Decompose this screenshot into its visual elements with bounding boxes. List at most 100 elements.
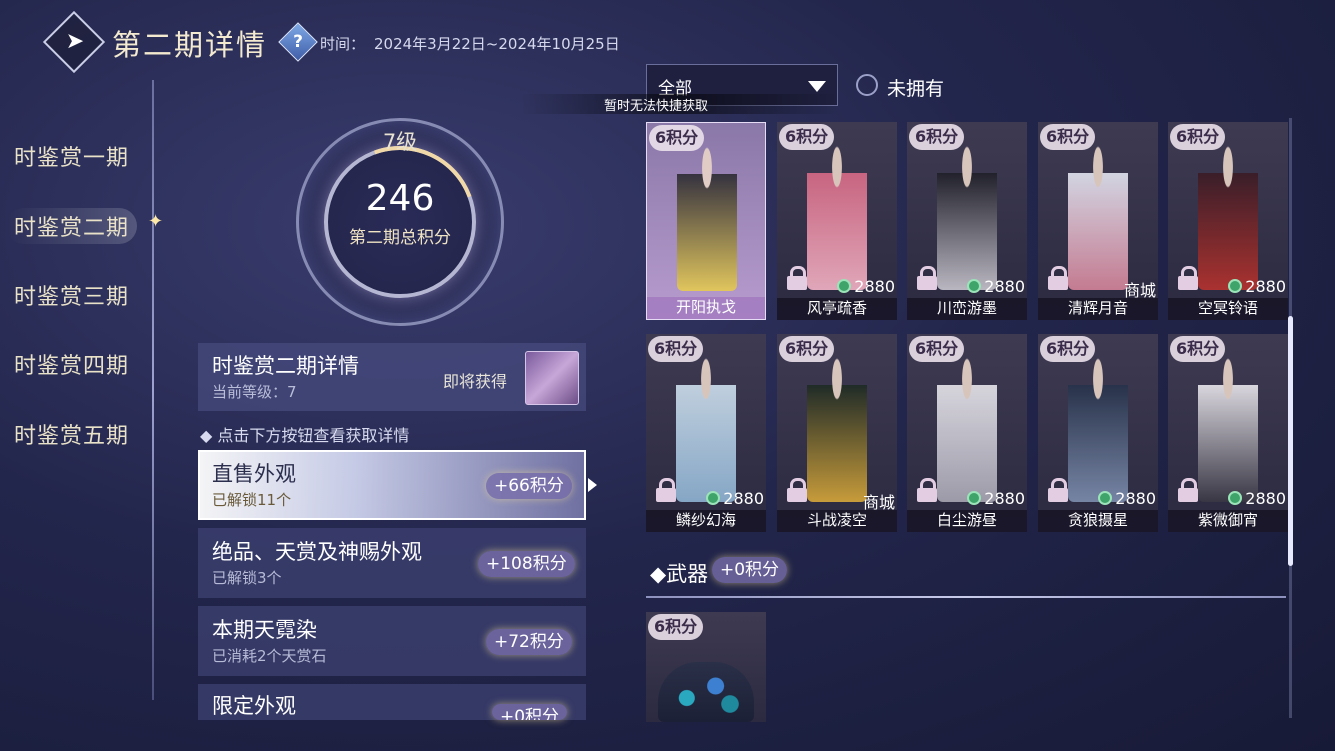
nav-item-period-5[interactable]: 时鉴赏五期: [14, 418, 129, 450]
time-value: 2024年3月22日~2024年10月25日: [374, 35, 620, 53]
outfit-card[interactable]: 6积分 2880 紫微御宵: [1168, 334, 1288, 532]
lock-icon: [787, 478, 807, 502]
weapon-section-title: ◆武器: [650, 562, 709, 586]
outfit-card[interactable]: 6积分 2880 贪狼摄星: [1038, 334, 1158, 532]
jade-coin-icon: [967, 279, 982, 293]
lock-icon: [917, 478, 937, 502]
level-label: 7级: [382, 130, 418, 154]
points-badge: 6积分: [909, 336, 965, 362]
price-label: 2880: [1098, 489, 1156, 508]
outfit-card[interactable]: 6积分 开阳执戈: [646, 122, 766, 320]
lock-icon: [1178, 266, 1198, 290]
outfit-card[interactable]: 6积分 商城 清辉月音: [1038, 122, 1158, 320]
not-owned-radio[interactable]: [856, 74, 878, 96]
outfit-figure: [807, 352, 867, 502]
points-badge: 6积分: [648, 336, 704, 362]
page-title: 第二期详情: [112, 28, 268, 62]
price-label: 2880: [706, 489, 764, 508]
category-title: 本期天霓染: [212, 618, 317, 642]
outfit-name: 紫微御宵: [1197, 511, 1258, 529]
lock-icon: [787, 266, 807, 290]
points-badge: 6积分: [909, 124, 965, 150]
outfit-name: 斗战凌空: [806, 511, 867, 529]
nav-item-period-4[interactable]: 时鉴赏四期: [14, 348, 129, 380]
lock-icon: [917, 266, 937, 290]
period-detail-title: 时鉴赏二期详情: [212, 354, 359, 378]
time-label: 时间：: [320, 35, 366, 53]
outfit-card[interactable]: 6积分 2880 川峦游墨: [907, 122, 1027, 320]
coming-soon-label: 即将获得: [443, 372, 508, 391]
lock-icon: [1048, 266, 1068, 290]
weapon-image: [658, 662, 754, 722]
outfit-name: 风亭疏香: [806, 299, 867, 317]
outfit-figure: [677, 141, 737, 291]
outfit-card[interactable]: 6积分 2880 空冥铃语: [1168, 122, 1288, 320]
outfit-name: 清辉月音: [1067, 299, 1128, 317]
notice-text: 暂时无法快捷获取: [604, 99, 709, 114]
outfit-name: 川峦游墨: [936, 299, 997, 317]
outfit-figure: [1068, 140, 1128, 290]
outfit-card[interactable]: 6积分 商城 斗战凌空: [777, 334, 897, 532]
category-points: +66积分: [486, 473, 572, 499]
lock-icon: [1048, 478, 1068, 502]
outfit-figure: [676, 352, 736, 502]
outfit-name: 贪狼摄星: [1067, 511, 1128, 529]
section-divider: [646, 596, 1286, 598]
outfit-figure: [807, 140, 867, 290]
jade-coin-icon: [967, 491, 982, 505]
points-badge: 6积分: [1170, 336, 1226, 362]
jade-coin-icon: [1228, 279, 1243, 293]
outfit-name: 白尘游昼: [936, 511, 997, 529]
category-sub: 已消耗2个天赏石: [212, 647, 327, 665]
lock-icon: [1178, 478, 1198, 502]
not-owned-label[interactable]: 未拥有: [887, 74, 944, 101]
category-points: +0积分: [492, 704, 568, 720]
jade-coin-icon: [706, 491, 721, 505]
total-score-label: 第二期总积分: [349, 228, 451, 248]
category-points: +72积分: [486, 629, 572, 655]
current-level-text: 当前等级：7: [212, 383, 297, 401]
nav-item-period-3[interactable]: 时鉴赏三期: [14, 279, 129, 311]
outfit-name: 空冥铃语: [1197, 299, 1258, 317]
outfit-figure: [1198, 352, 1258, 502]
active-pointer-icon: [588, 478, 597, 492]
scrollbar-thumb[interactable]: [1288, 316, 1293, 566]
reward-thumbnail[interactable]: [525, 351, 579, 405]
jade-coin-icon: [837, 279, 852, 293]
active-indicator-icon: ✦: [148, 211, 164, 232]
jade-coin-icon: [1098, 491, 1113, 505]
nav-item-period-1[interactable]: 时鉴赏一期: [14, 140, 129, 172]
back-arrow-icon: ➤: [65, 29, 85, 54]
category-points: +108积分: [478, 551, 575, 577]
category-title: 限定外观: [212, 694, 296, 718]
hint-text: ◆ 点击下方按钮查看获取详情: [200, 426, 410, 445]
points-badge: 6积分: [1040, 336, 1096, 362]
category-sub: 已解锁3个: [212, 569, 282, 587]
outfit-card[interactable]: 6积分 2880 鳞纱幻海: [646, 334, 766, 532]
price-label: 2880: [967, 489, 1025, 508]
help-icon: ?: [293, 32, 303, 52]
lock-icon: [656, 478, 676, 502]
outfit-figure: [1198, 140, 1258, 290]
outfit-name: 开阳执戈: [675, 298, 736, 316]
chevron-down-icon: [808, 81, 826, 92]
price-label: 2880: [967, 277, 1025, 296]
points-badge: 6积分: [1170, 124, 1226, 150]
weapon-card[interactable]: 6积分: [646, 612, 766, 722]
points-badge: 6积分: [1040, 124, 1096, 150]
category-title: 绝品、天赏及神赐外观: [212, 540, 422, 564]
nav-item-period-2[interactable]: 时鉴赏二期: [6, 208, 138, 244]
outfit-figure: [937, 352, 997, 502]
category-sub: 已解锁11个: [212, 491, 292, 509]
outfit-card[interactable]: 6积分 2880 风亭疏香: [777, 122, 897, 320]
nav-divider: [152, 80, 154, 700]
outfit-figure: [937, 140, 997, 290]
points-badge: 6积分: [648, 614, 704, 640]
points-badge: 6积分: [779, 124, 835, 150]
points-badge: 6积分: [649, 125, 705, 151]
price-label: 2880: [837, 277, 895, 296]
price-label: 2880: [1228, 489, 1286, 508]
outfit-figure: [1068, 352, 1128, 502]
outfit-card[interactable]: 6积分 2880 白尘游昼: [907, 334, 1027, 532]
outfit-name: 鳞纱幻海: [675, 511, 736, 529]
